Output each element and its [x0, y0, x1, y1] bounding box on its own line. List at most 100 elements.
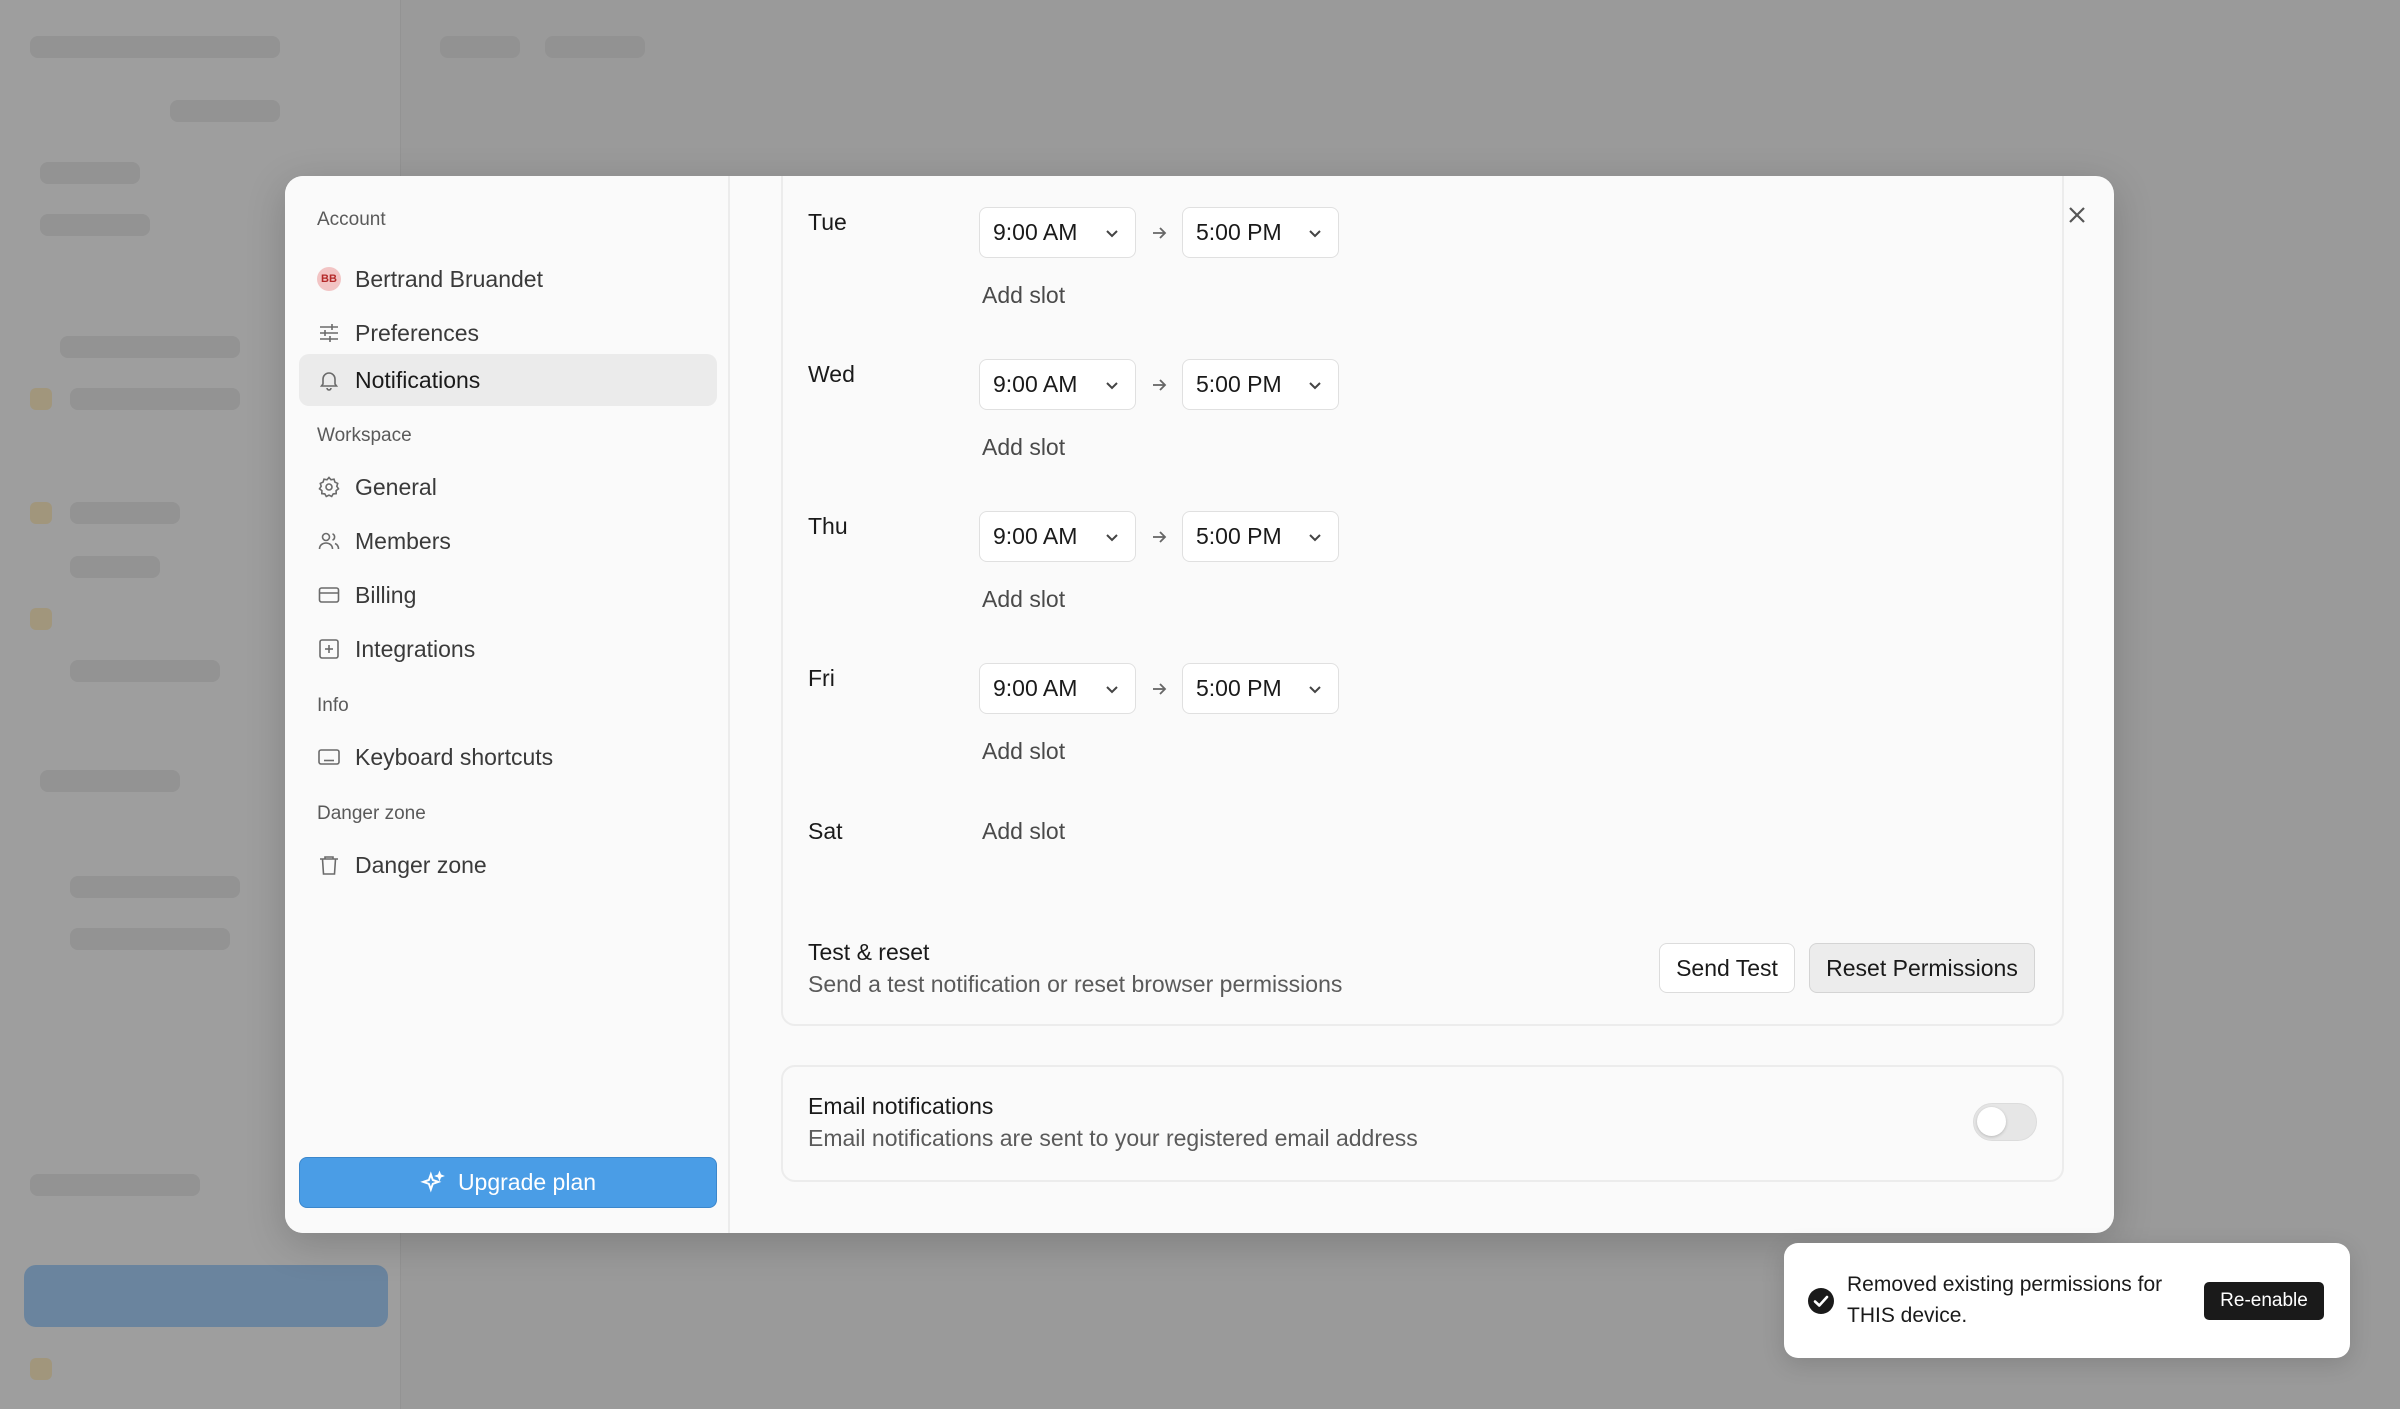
chevron-down-icon: [1309, 686, 1321, 694]
start-time-select[interactable]: 9:00 AM: [979, 207, 1136, 258]
email-notifications-toggle[interactable]: [1973, 1103, 2037, 1141]
push-notifications-card: [781, 176, 2064, 1026]
add-slot-button[interactable]: Add slot: [982, 586, 1065, 613]
background-tab: [440, 36, 520, 58]
test-reset-title: Test & reset: [808, 939, 930, 965]
toast-message: Removed existing permissions for THIS de…: [1847, 1273, 2163, 1327]
upgrade-plan-label: Upgrade plan: [457, 1169, 597, 1195]
background-icon: [30, 1358, 52, 1380]
plus-square-icon: [319, 639, 339, 659]
test-reset-description: Send a test notification or reset browse…: [808, 971, 1343, 997]
sparkles-icon: [420, 1170, 445, 1192]
close-button[interactable]: [2062, 200, 2092, 230]
email-notifications-description: Email notifications are sent to your reg…: [808, 1125, 1418, 1151]
chevron-down-icon: [1106, 686, 1118, 694]
background-item: [60, 336, 240, 358]
sidebar-item-label: Preferences: [355, 319, 480, 346]
background-item: [70, 876, 240, 898]
section-label-danger-zone: Danger zone: [317, 803, 426, 824]
sliders-icon: [320, 324, 338, 342]
credit-card-icon: [318, 587, 340, 603]
background-tab: [545, 36, 645, 58]
background-workspace-name: [30, 36, 280, 58]
background-icon: [30, 608, 52, 630]
end-time-value: 5:00 PM: [1196, 523, 1282, 549]
end-time-value: 5:00 PM: [1196, 371, 1282, 397]
add-slot-button[interactable]: Add slot: [982, 738, 1065, 765]
end-time-select[interactable]: 5:00 PM: [1182, 663, 1339, 714]
background-item: [30, 1174, 200, 1196]
sidebar-item-billing[interactable]: Billing: [299, 569, 717, 621]
background-item: [40, 770, 180, 792]
chevron-down-icon: [1106, 534, 1118, 542]
day-label: Thu: [808, 513, 848, 539]
background-icon: [30, 388, 52, 410]
email-notifications-title: Email notifications: [808, 1093, 994, 1119]
end-time-select[interactable]: 5:00 PM: [1182, 359, 1339, 410]
sidebar-item-integrations[interactable]: Integrations: [299, 623, 717, 675]
toggle-knob: [1977, 1107, 2006, 1136]
start-time-value: 9:00 AM: [993, 219, 1078, 245]
keyboard-icon: [318, 749, 340, 765]
sidebar-item-label: Billing: [355, 581, 417, 608]
sidebar-item-label: Keyboard shortcuts: [355, 743, 554, 770]
day-label: Fri: [808, 665, 835, 691]
close-icon: [2069, 207, 2085, 223]
upgrade-plan-button[interactable]: Upgrade plan: [299, 1157, 717, 1208]
background-icon: [30, 502, 52, 524]
sidebar-item-preferences[interactable]: Preferences: [299, 307, 717, 359]
end-time-value: 5:00 PM: [1196, 675, 1282, 701]
gear-icon: [318, 476, 340, 498]
background-item: [70, 502, 180, 524]
avatar: BB: [317, 267, 341, 291]
sidebar-item-notifications[interactable]: Notifications: [299, 354, 717, 406]
email-notifications-card: [781, 1065, 2064, 1182]
send-test-button[interactable]: Send Test: [1659, 943, 1795, 993]
chevron-down-icon: [1106, 382, 1118, 390]
arrow-right-icon: [1153, 683, 1167, 695]
background-item: [40, 214, 150, 236]
add-slot-button[interactable]: Add slot: [982, 434, 1065, 461]
sidebar-item-keyboard-shortcuts[interactable]: Keyboard shortcuts: [299, 731, 717, 783]
start-time-select[interactable]: 9:00 AM: [979, 511, 1136, 562]
section-label-account: Account: [317, 209, 386, 230]
day-label: Sat: [808, 818, 843, 844]
settings-sidebar: Account BB Bertrand Bruandet Preferences…: [285, 176, 730, 1233]
sidebar-item-label: General: [355, 473, 437, 500]
trash-icon: [320, 856, 338, 875]
sidebar-item-danger-zone[interactable]: Danger zone: [299, 839, 717, 891]
arrow-right-icon: [1153, 379, 1167, 391]
arrow-right-icon: [1153, 227, 1167, 239]
add-slot-button[interactable]: Add slot: [982, 818, 1065, 845]
end-time-value: 5:00 PM: [1196, 219, 1282, 245]
start-time-value: 9:00 AM: [993, 675, 1078, 701]
section-label-info: Info: [317, 695, 349, 716]
end-time-select[interactable]: 5:00 PM: [1182, 511, 1339, 562]
start-time-value: 9:00 AM: [993, 371, 1078, 397]
toast-notification: Removed existing permissions for THIS de…: [1784, 1243, 2350, 1358]
sidebar-item-label: Members: [355, 527, 451, 554]
sidebar-item-profile[interactable]: BB Bertrand Bruandet: [299, 253, 717, 305]
bell-icon: [319, 372, 339, 391]
chevron-down-icon: [1106, 230, 1118, 238]
re-enable-button[interactable]: Re-enable: [2204, 1282, 2324, 1320]
start-time-select[interactable]: 9:00 AM: [979, 663, 1136, 714]
chevron-down-icon: [1309, 382, 1321, 390]
day-label: Wed: [808, 361, 855, 387]
reset-permissions-button[interactable]: Reset Permissions: [1809, 943, 2035, 993]
add-slot-button[interactable]: Add slot: [982, 282, 1065, 309]
settings-modal: Account BB Bertrand Bruandet Preferences…: [285, 176, 2114, 1233]
background-item: [70, 388, 240, 410]
start-time-select[interactable]: 9:00 AM: [979, 359, 1136, 410]
sidebar-item-label: Bertrand Bruandet: [355, 265, 543, 292]
section-label-workspace: Workspace: [317, 425, 412, 446]
sidebar-item-general[interactable]: General: [299, 461, 717, 513]
background-item: [70, 928, 230, 950]
background-upgrade-button: [24, 1265, 388, 1327]
check-circle-icon: [1808, 1288, 1834, 1314]
day-label: Tue: [808, 209, 847, 235]
background-item: [70, 556, 160, 578]
chevron-down-icon: [1309, 534, 1321, 542]
end-time-select[interactable]: 5:00 PM: [1182, 207, 1339, 258]
sidebar-item-members[interactable]: Members: [299, 515, 717, 567]
